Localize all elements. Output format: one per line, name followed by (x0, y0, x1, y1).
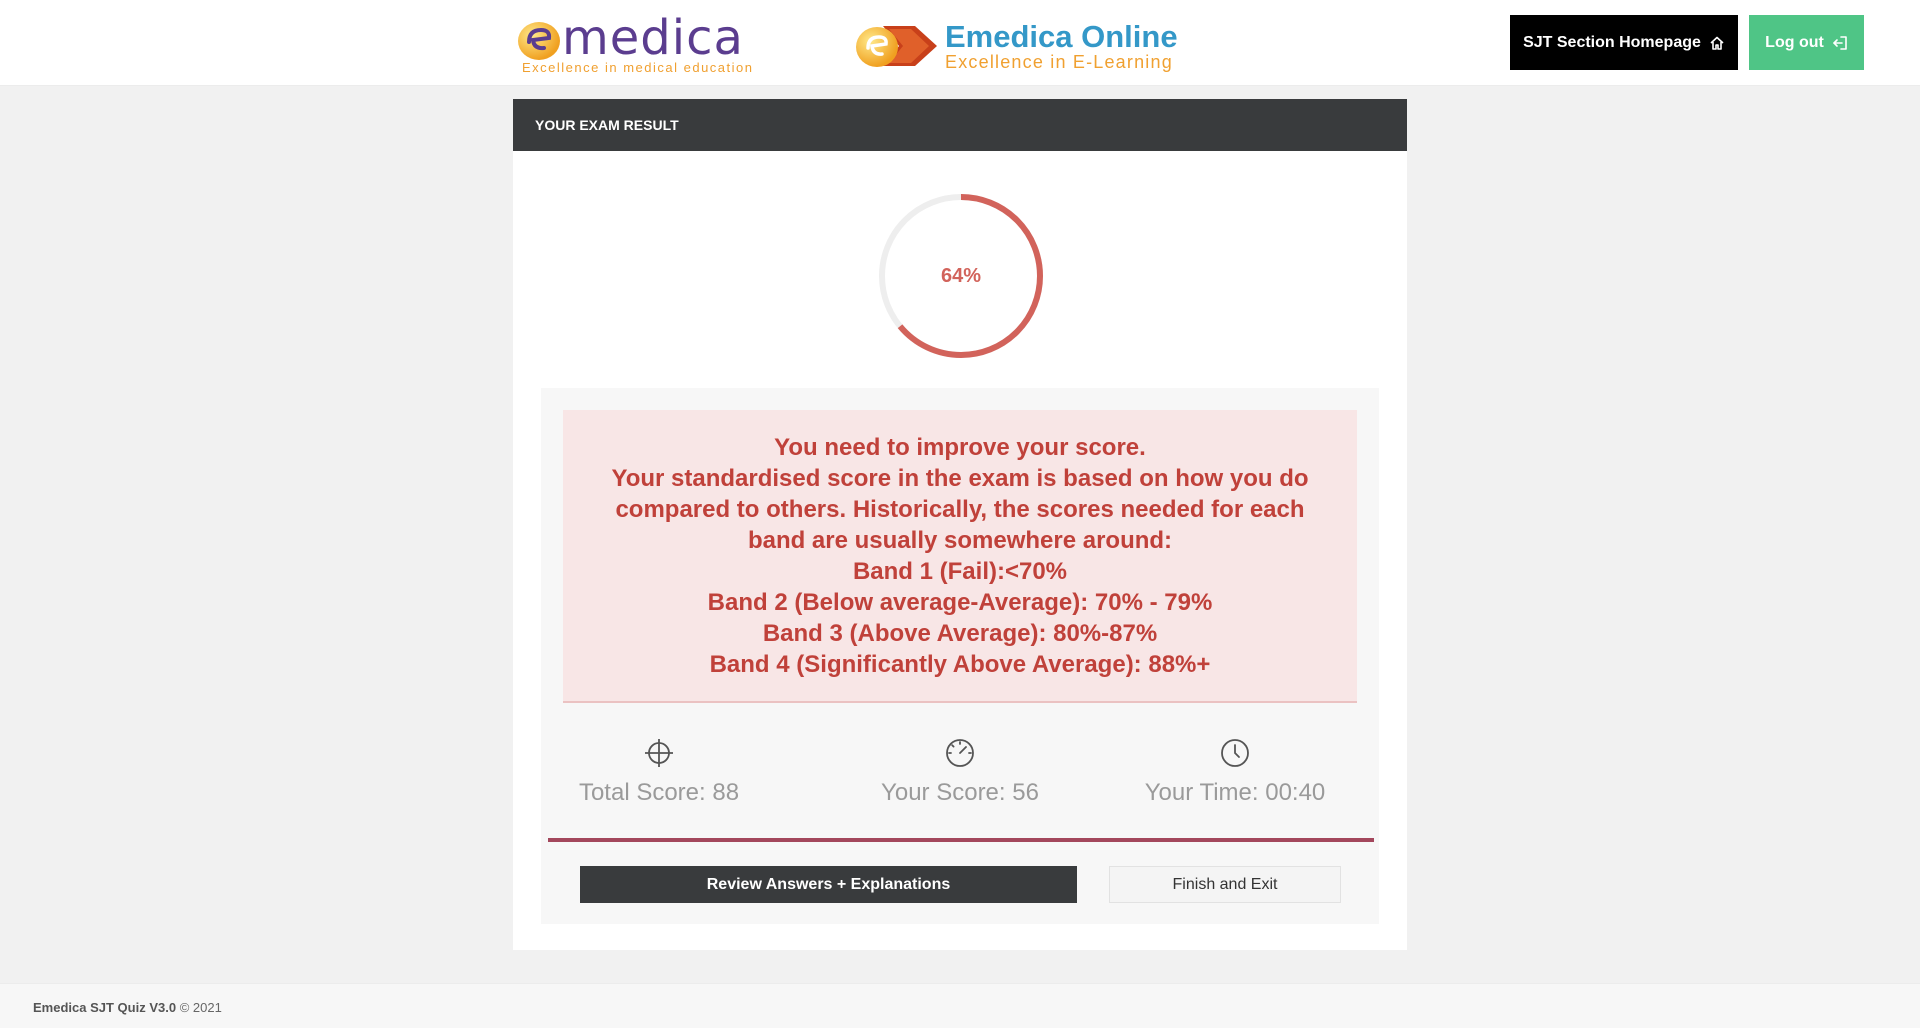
sjt-section-homepage-button[interactable]: SJT Section Homepage (1510, 15, 1738, 70)
score-stats: Total Score: 88 Your Score: 56 Your Time… (541, 737, 1379, 827)
emedica-logo-word: medica (562, 10, 744, 66)
sjt-section-homepage-label: SJT Section Homepage (1523, 33, 1701, 51)
home-icon (1710, 36, 1724, 50)
alert-line-explanation: Your standardised score in the exam is b… (611, 464, 1309, 554)
emedica-online-logo[interactable]: Emedica Online Excellence in E-Learning (853, 18, 1183, 74)
score-progress-ring: 64% (876, 191, 1046, 361)
total-score-stat: Total Score: 88 (544, 737, 774, 807)
finish-and-exit-button[interactable]: Finish and Exit (1109, 866, 1341, 903)
emedica-online-e-arrow-icon (856, 26, 937, 67)
crosshair-icon (645, 739, 673, 767)
total-score-label: Total Score: 88 (578, 779, 740, 806)
alert-line-band-1: Band 1 (Fail):<70% (852, 557, 1068, 585)
emedica-logo-tagline: Excellence in medical education (522, 60, 754, 75)
clock-icon (1221, 739, 1249, 767)
top-navbar: medica Excellence in medical education E… (0, 0, 1920, 86)
emedica-e-logo-icon (518, 22, 560, 60)
alert-line-band-2: Band 2 (Below average-Average): 70% - 79… (707, 588, 1213, 616)
emedica-online-logo-tagline: Excellence in E-Learning (945, 52, 1173, 72)
score-percent-label: 64% (940, 264, 982, 287)
your-score-label: Your Score: 56 (881, 779, 1039, 806)
exam-result-panel: YOUR EXAM RESULT 64% You need to improve… (513, 99, 1407, 950)
your-time-label: Your Time: 00:40 (1144, 779, 1326, 806)
footer-copyright: © 2021 (179, 1000, 222, 1015)
speedometer-icon (946, 739, 974, 767)
logout-icon (1833, 35, 1847, 50)
alert-line-band-4: Band 4 (Significantly Above Average): 88… (709, 650, 1211, 678)
logout-label: Log out (1765, 33, 1824, 51)
emedica-online-logo-word: Emedica Online (945, 19, 1178, 54)
review-answers-button[interactable]: Review Answers + Explanations (580, 866, 1077, 903)
alert-line-band-3: Band 3 (Above Average): 80%-87% (762, 619, 1158, 647)
exam-result-header: YOUR EXAM RESULT (513, 99, 1407, 151)
improvement-alert: You need to improve your score. Your sta… (563, 410, 1357, 703)
your-time-stat: Your Time: 00:40 (1120, 737, 1350, 807)
result-details: You need to improve your score. Your sta… (541, 388, 1379, 924)
divider-rule (548, 838, 1374, 842)
alert-line-heading: You need to improve your score. (774, 433, 1146, 461)
logout-button[interactable]: Log out (1749, 15, 1864, 70)
page-footer: Emedica SJT Quiz V3.0 © 2021 (0, 983, 1920, 1028)
emedica-logo[interactable]: medica Excellence in medical education (516, 10, 776, 76)
exam-result-title: YOUR EXAM RESULT (535, 117, 679, 133)
footer-app-name: Emedica SJT Quiz V3.0 (33, 1000, 177, 1015)
footer-text: Emedica SJT Quiz V3.0 © 2021 (33, 1000, 222, 1015)
your-score-stat: Your Score: 56 (845, 737, 1075, 807)
